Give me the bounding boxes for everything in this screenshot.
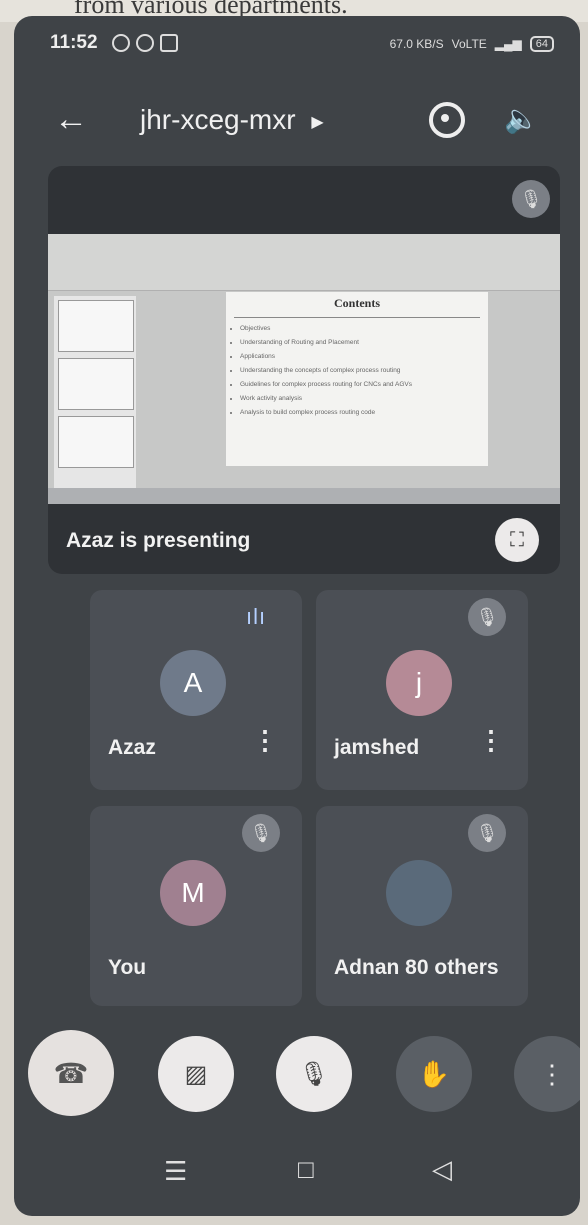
participant-name: jamshed xyxy=(334,736,420,759)
slide-thumbnail xyxy=(58,300,134,352)
participant-tile-you[interactable]: 🎙 M You xyxy=(90,806,302,1006)
home-icon[interactable]: □ xyxy=(298,1154,314,1185)
mic-off-icon: 🎙 xyxy=(242,814,280,852)
switch-camera-icon[interactable] xyxy=(429,102,465,138)
recents-icon[interactable]: ☰ xyxy=(164,1156,187,1187)
more-vert-icon[interactable]: ⋮ xyxy=(514,1036,580,1112)
arrow-left-icon[interactable]: ← xyxy=(54,100,88,139)
avatar: A xyxy=(160,650,226,716)
slide-bullet: Applications xyxy=(240,350,488,364)
group-avatar xyxy=(386,860,452,926)
mic-off-icon: 🎙 xyxy=(468,814,506,852)
status-time: 11:52 xyxy=(50,32,98,53)
mic-off-icon: 🎙 xyxy=(468,598,506,636)
slide-thumbnails xyxy=(54,296,136,496)
speaking-indicator-icon: ılı xyxy=(246,604,267,629)
shared-screen: Contents Objectives Understanding of Rou… xyxy=(48,234,560,504)
network-speed: 67.0 KB/S xyxy=(389,37,444,51)
signal-icon: ▂▄▆ xyxy=(494,37,522,51)
chevron-right-icon: ▶ xyxy=(311,113,324,131)
participant-name: Adnan 80 others xyxy=(334,956,499,980)
status-right: 67.0 KB/S VoLTE ▂▄▆ 64 xyxy=(390,36,554,52)
slide-title: Contents xyxy=(333,296,380,310)
phone-screen: 11:52 67.0 KB/S VoLTE ▂▄▆ 64 ← jhr-xceg-… xyxy=(14,16,580,1216)
slide-thumbnail xyxy=(58,358,134,410)
notification-icon xyxy=(136,34,154,52)
participant-tile-others[interactable]: 🎙 Adnan 80 others xyxy=(316,806,528,1006)
mic-off-icon[interactable]: 🎙 xyxy=(276,1036,352,1112)
slide-bullet: Understanding of Routing and Placement xyxy=(240,336,488,350)
slide-bullet: Understanding the concepts of complex pr… xyxy=(240,364,488,378)
presentation-tile[interactable]: 🎙 Contents Objectives Understanding of R… xyxy=(48,166,560,574)
notification-icon xyxy=(112,34,130,52)
camera-off-icon[interactable]: ▨ xyxy=(158,1036,234,1112)
meeting-title[interactable]: jhr-xceg-mxr ▶ xyxy=(140,104,324,136)
meeting-header: ← jhr-xceg-mxr ▶ 🔈 xyxy=(14,96,580,146)
participant-tile-jamshed[interactable]: 🎙 j jamshed ⋮ xyxy=(316,590,528,790)
avatar: j xyxy=(386,650,452,716)
slide-page: Contents Objectives Understanding of Rou… xyxy=(226,292,488,466)
participant-name: You xyxy=(108,956,147,979)
app-ribbon xyxy=(48,234,560,291)
status-bar: 11:52 67.0 KB/S VoLTE ▂▄▆ 64 xyxy=(14,16,580,66)
slide-bullet: Analysis to build complex process routin… xyxy=(240,406,488,420)
mic-off-icon: 🎙 xyxy=(512,180,550,218)
slide-bullet-list: Objectives Understanding of Routing and … xyxy=(226,322,488,420)
more-vert-icon[interactable]: ⋮ xyxy=(252,727,278,753)
app-status-strip xyxy=(48,488,560,504)
speaker-icon[interactable]: 🔈 xyxy=(504,102,539,135)
meeting-code: jhr-xceg-mxr xyxy=(140,104,296,135)
gallery-icon xyxy=(160,34,178,52)
avatar: M xyxy=(160,860,226,926)
network-type: VoLTE xyxy=(451,37,487,51)
participant-name-adnan: Adnan xyxy=(334,956,400,979)
slide-divider xyxy=(234,317,480,318)
others-count: 80 others xyxy=(405,956,499,979)
slide-bullet: Objectives xyxy=(240,322,488,336)
back-nav-icon[interactable]: ◁ xyxy=(432,1154,452,1185)
participant-tile-azaz[interactable]: ılı A Azaz ⋮ xyxy=(90,590,302,790)
end-call-icon[interactable]: ☎ xyxy=(28,1030,114,1116)
battery-icon: 64 xyxy=(529,36,554,52)
participant-name: Azaz xyxy=(108,736,156,759)
slide-bullet: Work activity analysis xyxy=(240,392,488,406)
slide-thumbnail xyxy=(58,416,134,468)
fullscreen-icon[interactable]: ⛶ xyxy=(495,518,539,562)
slide-bullet: Guidelines for complex process routing f… xyxy=(240,378,488,392)
raise-hand-icon[interactable]: ✋ xyxy=(396,1036,472,1112)
more-vert-icon[interactable]: ⋮ xyxy=(478,727,504,753)
presenting-label: Azaz is presenting xyxy=(66,529,251,552)
